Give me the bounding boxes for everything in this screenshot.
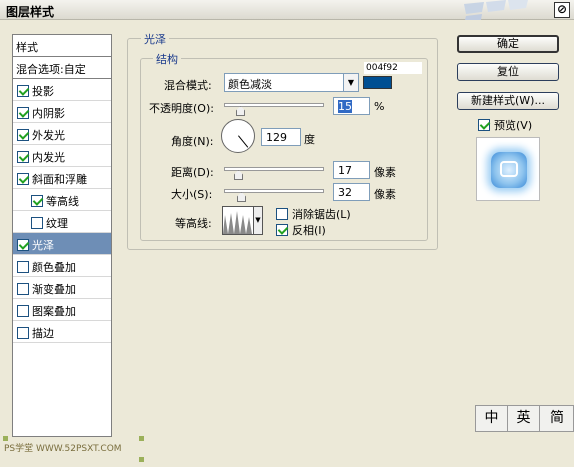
color-hex-value: 004f92 — [364, 62, 422, 74]
angle-unit: 度 — [304, 133, 315, 146]
ok-button[interactable]: 确定 — [457, 35, 559, 53]
style-item[interactable]: 内阴影 — [13, 101, 111, 123]
satin-group-title: 光泽 — [141, 31, 169, 47]
style-item[interactable]: 等高线 — [13, 189, 111, 211]
style-item-label: 描边 — [32, 327, 54, 340]
blend-mode-label: 混合模式: — [164, 79, 212, 92]
style-item-checkbox[interactable] — [17, 151, 29, 163]
size-unit: 像素 — [374, 188, 396, 201]
invert-label: 反相(I) — [292, 224, 326, 237]
style-item-label: 内发光 — [32, 151, 65, 164]
opacity-value: 15 — [338, 100, 352, 113]
antialias-label: 消除锯齿(L) — [292, 208, 351, 221]
blend-options-item[interactable]: 混合选项:自定 — [13, 57, 111, 79]
ime-key-english[interactable]: 英 — [508, 406, 540, 431]
styles-header[interactable]: 样式 — [13, 35, 111, 57]
contour-shape-icon — [223, 211, 252, 234]
antialias-checkbox[interactable] — [276, 208, 288, 220]
style-item-checkbox[interactable] — [17, 305, 29, 317]
corner-marker — [139, 436, 144, 441]
style-item-label: 颜色叠加 — [32, 261, 76, 274]
structure-group-title: 结构 — [153, 51, 181, 67]
reset-button[interactable]: 复位 — [457, 63, 559, 81]
styles-list: 样式 混合选项:自定 投影内阴影外发光内发光斜面和浮雕等高线纹理光泽颜色叠加渐变… — [12, 34, 112, 437]
style-item-checkbox[interactable] — [17, 85, 29, 97]
style-item[interactable]: 图案叠加 — [13, 299, 111, 321]
opacity-input[interactable]: 15 — [333, 97, 370, 115]
opacity-unit: % — [374, 100, 385, 113]
window-title: 图层样式 — [6, 5, 55, 19]
style-item-checkbox[interactable] — [17, 129, 29, 141]
size-value: 32 — [338, 186, 352, 199]
angle-needle — [238, 135, 249, 148]
angle-dial[interactable] — [221, 119, 255, 153]
style-item[interactable]: 渐变叠加 — [13, 277, 111, 299]
style-item-checkbox[interactable] — [31, 195, 43, 207]
style-item-checkbox[interactable] — [17, 327, 29, 339]
distance-value: 17 — [338, 164, 352, 177]
style-item-label: 投影 — [32, 85, 54, 98]
style-item[interactable]: 描边 — [13, 321, 111, 343]
distance-input[interactable]: 17 — [333, 161, 370, 179]
title-bar: 图层样式 ⊘ — [0, 0, 574, 20]
ime-key-chinese[interactable]: 中 — [476, 406, 508, 431]
chevron-down-icon: ▼ — [343, 74, 358, 91]
ime-key-simplified[interactable]: 简 — [540, 406, 573, 431]
distance-slider[interactable] — [224, 167, 324, 171]
size-label: 大小(S): — [171, 188, 213, 201]
preview-row: 预览(V) — [478, 117, 532, 133]
contour-picker[interactable] — [222, 206, 255, 235]
new-style-button[interactable]: 新建样式(W)... — [457, 92, 559, 110]
style-item-label: 等高线 — [46, 195, 79, 208]
style-item-checkbox[interactable] — [17, 107, 29, 119]
contour-label: 等高线: — [175, 217, 212, 230]
close-button[interactable]: ⊘ — [554, 2, 570, 18]
size-input[interactable]: 32 — [333, 183, 370, 201]
style-item[interactable]: 光泽 — [13, 233, 111, 255]
title-decoration-icon — [464, 0, 528, 20]
opacity-slider[interactable] — [224, 103, 324, 107]
angle-input[interactable]: 129 — [261, 128, 301, 146]
style-item-label: 图案叠加 — [32, 305, 76, 318]
style-item[interactable]: 外发光 — [13, 123, 111, 145]
corner-marker — [139, 457, 144, 462]
style-item-checkbox[interactable] — [17, 261, 29, 273]
style-item[interactable]: 投影 — [13, 79, 111, 101]
blend-mode-value: 颜色减淡 — [228, 78, 272, 91]
style-item-checkbox[interactable] — [17, 283, 29, 295]
style-item[interactable]: 斜面和浮雕 — [13, 167, 111, 189]
style-item-label: 斜面和浮雕 — [32, 173, 87, 186]
invert-row: 反相(I) — [276, 222, 326, 238]
style-item[interactable]: 颜色叠加 — [13, 255, 111, 277]
distance-unit: 像素 — [374, 166, 396, 179]
style-item-checkbox[interactable] — [31, 217, 43, 229]
color-swatch[interactable] — [363, 76, 392, 89]
distance-label: 距离(D): — [171, 166, 214, 179]
style-item-label: 内阴影 — [32, 107, 65, 120]
style-item-label: 渐变叠加 — [32, 283, 76, 296]
preview-glow-icon — [491, 152, 527, 188]
style-item[interactable]: 内发光 — [13, 145, 111, 167]
size-slider[interactable] — [224, 189, 324, 193]
preview-thumbnail — [476, 137, 540, 201]
style-item-checkbox[interactable] — [17, 173, 29, 185]
style-item[interactable]: 纹理 — [13, 211, 111, 233]
corner-marker — [3, 436, 8, 441]
style-item-checkbox[interactable] — [17, 239, 29, 251]
watermark: PS学堂 WWW.52PSXT.COM — [4, 444, 122, 454]
style-item-label: 纹理 — [46, 217, 68, 230]
preview-label: 预览(V) — [494, 119, 533, 132]
blend-mode-select[interactable]: 颜色减淡 ▼ — [224, 73, 359, 92]
antialias-row: 消除锯齿(L) — [276, 206, 351, 222]
preview-inner-shape — [500, 161, 518, 177]
opacity-label: 不透明度(O): — [149, 102, 214, 115]
preview-checkbox[interactable] — [478, 119, 490, 131]
angle-label: 角度(N): — [171, 135, 214, 148]
invert-checkbox[interactable] — [276, 224, 288, 236]
style-item-label: 外发光 — [32, 129, 65, 142]
angle-value: 129 — [266, 131, 287, 144]
contour-dropdown-arrow[interactable]: ▼ — [253, 206, 263, 235]
ime-toolbar: 中 英 简 — [475, 405, 574, 432]
style-item-label: 光泽 — [32, 239, 54, 252]
